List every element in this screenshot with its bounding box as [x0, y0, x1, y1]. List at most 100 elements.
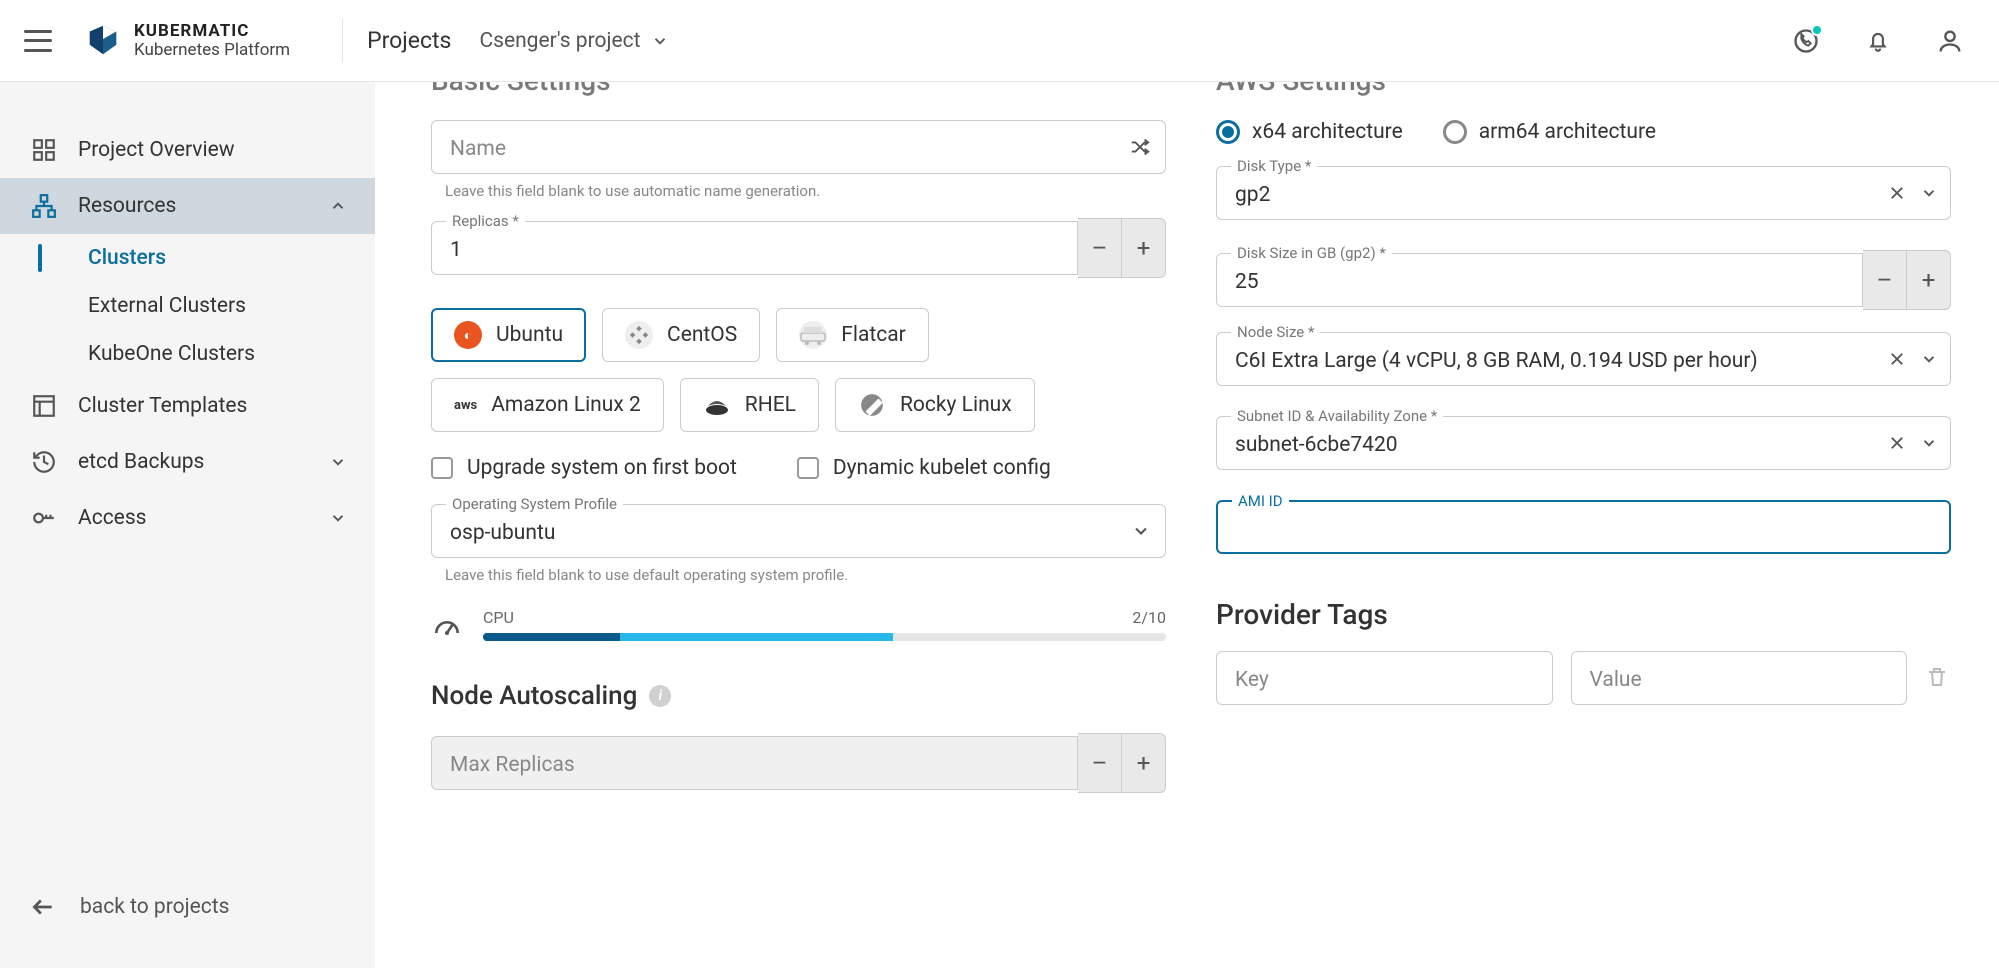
- sidebar-item-access[interactable]: Access: [0, 490, 375, 546]
- cpu-bar: [483, 633, 1166, 641]
- os-chip-flatcar[interactable]: Flatcar: [776, 308, 929, 362]
- max-replicas-decrement[interactable]: –: [1078, 733, 1122, 793]
- sidebar-label: Project Overview: [78, 138, 235, 162]
- trash-icon[interactable]: [1925, 665, 1951, 691]
- tag-key-input[interactable]: [1235, 668, 1534, 692]
- brand[interactable]: KUBERMATIC Kubernetes Platform: [84, 22, 290, 60]
- checkbox-icon: [797, 457, 819, 479]
- name-input[interactable]: [450, 137, 1147, 161]
- replicas-decrement[interactable]: –: [1078, 218, 1122, 278]
- aws-settings-heading: AWS Settings: [1216, 82, 1951, 96]
- chevron-down-icon[interactable]: [1920, 184, 1938, 202]
- rocky-icon: [858, 391, 886, 419]
- tag-key-field[interactable]: [1216, 651, 1553, 705]
- centos-icon: [625, 321, 653, 349]
- clear-icon[interactable]: [1888, 350, 1906, 368]
- os-chip-ubuntu[interactable]: ◐ Ubuntu: [431, 308, 586, 362]
- cpu-meter: CPU 2/10: [431, 608, 1166, 641]
- chevron-down-icon[interactable]: [1920, 434, 1938, 452]
- basic-settings-panel: Basic Settings Leave this field blank to…: [431, 82, 1166, 793]
- notification-dot: [1811, 24, 1823, 36]
- disk-size-row: Disk Size in GB (gp2) * 25 – +: [1216, 250, 1951, 310]
- sidebar-label: Access: [78, 506, 147, 530]
- chevron-down-icon[interactable]: [1920, 350, 1938, 368]
- sidebar-item-resources[interactable]: Resources: [0, 178, 375, 234]
- breadcrumb-root[interactable]: Projects: [367, 27, 451, 54]
- sidebar-item-clusters[interactable]: Clusters: [0, 234, 375, 282]
- radio-arm64[interactable]: arm64 architecture: [1443, 120, 1656, 144]
- breadcrumb-project-label: Csenger's project: [479, 29, 640, 53]
- radio-icon: [1216, 120, 1240, 144]
- topbar: KUBERMATIC Kubernetes Platform Projects …: [0, 0, 1999, 82]
- osp-label: Operating System Profile: [446, 495, 623, 513]
- info-icon[interactable]: i: [649, 685, 671, 707]
- node-size-value: C6I Extra Large (4 vCPU, 8 GB RAM, 0.194…: [1235, 349, 1932, 373]
- disk-size-decrement[interactable]: –: [1863, 250, 1907, 310]
- replicas-value[interactable]: 1: [450, 238, 1059, 262]
- osp-field[interactable]: Operating System Profile osp-ubuntu: [431, 504, 1166, 558]
- os-chips: ◐ Ubuntu CentOS Flatcar aws Amazon Linux…: [431, 308, 1166, 432]
- replicas-field[interactable]: Replicas * 1: [431, 221, 1078, 275]
- sidebar-item-project-overview[interactable]: Project Overview: [0, 122, 375, 178]
- name-field[interactable]: [431, 120, 1166, 174]
- sidebar-item-etcd-backups[interactable]: etcd Backups: [0, 434, 375, 490]
- os-chip-rhel[interactable]: RHEL: [680, 378, 819, 432]
- subnet-field[interactable]: Subnet ID & Availability Zone * subnet-6…: [1216, 416, 1951, 470]
- basic-settings-heading: Basic Settings: [431, 82, 1166, 96]
- disk-type-label: Disk Type *: [1231, 157, 1317, 175]
- checkbox-dynamic-kubelet[interactable]: Dynamic kubelet config: [797, 456, 1051, 480]
- disk-size-field[interactable]: Disk Size in GB (gp2) * 25: [1216, 253, 1863, 307]
- ami-id-input[interactable]: [1235, 517, 1932, 541]
- disk-size-stepper: – +: [1863, 250, 1951, 310]
- key-icon: [30, 504, 58, 532]
- sidebar-item-external-clusters[interactable]: External Clusters: [0, 282, 375, 330]
- sidebar-item-cluster-templates[interactable]: Cluster Templates: [0, 378, 375, 434]
- chip-label: CentOS: [667, 323, 737, 347]
- node-autoscaling-heading: Node Autoscaling i: [431, 681, 1166, 711]
- max-replicas-field[interactable]: Max Replicas: [431, 736, 1078, 790]
- announcements-icon[interactable]: [1791, 26, 1821, 56]
- disk-size-value[interactable]: 25: [1235, 270, 1844, 294]
- chevron-down-icon[interactable]: [1131, 521, 1151, 541]
- os-chip-centos[interactable]: CentOS: [602, 308, 760, 362]
- max-replicas-increment[interactable]: +: [1122, 733, 1166, 793]
- architecture-radios: x64 architecture arm64 architecture: [1216, 120, 1951, 144]
- provider-tags-heading: Provider Tags: [1216, 598, 1951, 631]
- osp-helper: Leave this field blank to use default op…: [445, 566, 1166, 584]
- back-label: back to projects: [80, 895, 229, 919]
- tag-value-field[interactable]: [1571, 651, 1908, 705]
- back-to-projects[interactable]: back to projects: [0, 876, 375, 938]
- disk-type-field[interactable]: Disk Type * gp2: [1216, 166, 1951, 220]
- osp-value: osp-ubuntu: [450, 521, 1147, 545]
- ami-id-label: AMI ID: [1232, 492, 1289, 510]
- replicas-stepper: – +: [1078, 218, 1166, 278]
- bell-icon[interactable]: [1863, 26, 1893, 56]
- radio-label: arm64 architecture: [1479, 120, 1656, 144]
- sidebar-item-kubeone-clusters[interactable]: KubeOne Clusters: [0, 330, 375, 378]
- replicas-row: Replicas * 1 – +: [431, 218, 1166, 278]
- aws-icon: aws: [454, 391, 477, 419]
- user-icon[interactable]: [1935, 26, 1965, 56]
- sidebar: Project Overview Resources Clusters Exte…: [0, 82, 375, 968]
- clear-icon[interactable]: [1888, 184, 1906, 202]
- chevron-up-icon: [329, 197, 347, 215]
- chevron-down-icon: [329, 453, 347, 471]
- radio-x64[interactable]: x64 architecture: [1216, 120, 1403, 144]
- node-size-field[interactable]: Node Size * C6I Extra Large (4 vCPU, 8 G…: [1216, 332, 1951, 386]
- brand-logo-icon: [84, 22, 122, 60]
- replicas-increment[interactable]: +: [1122, 218, 1166, 278]
- shuffle-icon[interactable]: [1129, 136, 1151, 158]
- node-size-label: Node Size *: [1231, 323, 1320, 341]
- os-chip-amazon-linux-2[interactable]: aws Amazon Linux 2: [431, 378, 664, 432]
- breadcrumb-project-selector[interactable]: Csenger's project: [479, 29, 668, 53]
- disk-size-increment[interactable]: +: [1907, 250, 1951, 310]
- os-chip-rocky-linux[interactable]: Rocky Linux: [835, 378, 1035, 432]
- clear-icon[interactable]: [1888, 434, 1906, 452]
- chip-label: Amazon Linux 2: [491, 393, 641, 417]
- menu-icon[interactable]: [24, 27, 52, 55]
- checkbox-upgrade-first-boot[interactable]: Upgrade system on first boot: [431, 456, 737, 480]
- chip-label: Rocky Linux: [900, 393, 1012, 417]
- subnet-label: Subnet ID & Availability Zone *: [1231, 407, 1443, 425]
- tag-value-input[interactable]: [1590, 668, 1889, 692]
- ami-id-field[interactable]: AMI ID: [1216, 500, 1951, 554]
